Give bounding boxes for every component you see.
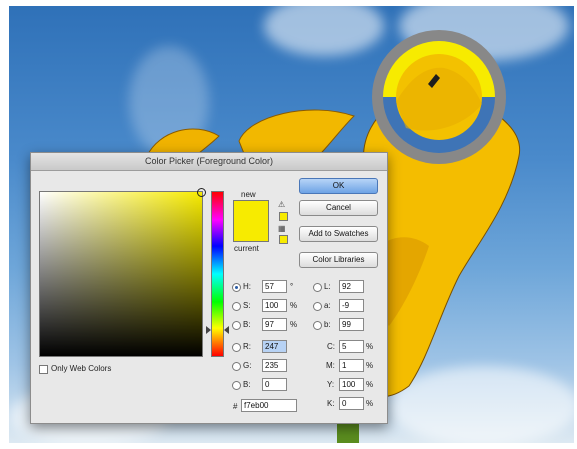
a-channel-radio[interactable] — [313, 302, 322, 311]
gamut-warning-swatch[interactable] — [279, 212, 288, 221]
cyan-input[interactable]: 5 — [339, 340, 364, 353]
sampling-ring — [372, 30, 506, 164]
saturation-unit: % — [290, 301, 298, 310]
color-libraries-button[interactable]: Color Libraries — [299, 252, 378, 268]
lightness-radio[interactable] — [313, 283, 322, 292]
red-input[interactable]: 247 — [262, 340, 287, 353]
lightness-label: L: — [324, 282, 331, 291]
saturation-radio[interactable] — [232, 302, 241, 311]
magenta-label: M: — [326, 361, 335, 370]
color-field-marker[interactable] — [197, 188, 206, 197]
lightness-input[interactable]: 92 — [339, 280, 364, 293]
green-label: G: — [243, 361, 252, 370]
hue-slider-right-arrow[interactable] — [224, 326, 229, 334]
new-current-swatch — [233, 200, 269, 242]
brightness-input[interactable]: 97 — [262, 318, 287, 331]
blue-label: B: — [243, 380, 251, 389]
yellow-unit: % — [366, 380, 374, 389]
dialog-title: Color Picker (Foreground Color) — [31, 153, 387, 171]
hex-input[interactable]: f7eb00 — [241, 399, 297, 412]
only-web-colors-checkbox[interactable] — [39, 365, 48, 374]
hue-slider[interactable] — [211, 191, 224, 357]
add-to-swatches-button[interactable]: Add to Swatches — [299, 226, 378, 242]
only-web-colors-label: Only Web Colors — [51, 364, 112, 373]
cyan-label: C: — [327, 342, 335, 351]
hue-label: H: — [243, 282, 251, 291]
a-channel-label: a: — [324, 301, 331, 310]
new-label: new — [241, 190, 256, 199]
black-label: K: — [327, 399, 335, 408]
saturation-label: S: — [243, 301, 251, 310]
red-radio[interactable] — [232, 343, 241, 352]
hue-input[interactable]: 57 — [262, 280, 287, 293]
a-channel-input[interactable]: -9 — [339, 299, 364, 312]
brightness-radio[interactable] — [232, 321, 241, 330]
gamut-warning-icon[interactable]: ⚠ — [278, 200, 285, 209]
blue-radio[interactable] — [232, 381, 241, 390]
magenta-unit: % — [366, 361, 374, 370]
magenta-input[interactable]: 1 — [339, 359, 364, 372]
b-channel-radio[interactable] — [313, 321, 322, 330]
cyan-unit: % — [366, 342, 374, 351]
blue-input[interactable]: 0 — [262, 378, 287, 391]
yellow-label: Y: — [327, 380, 335, 389]
hue-unit: ° — [290, 282, 294, 291]
b-channel-input[interactable]: 99 — [339, 318, 364, 331]
green-input[interactable]: 235 — [262, 359, 287, 372]
cancel-button[interactable]: Cancel — [299, 200, 378, 216]
yellow-input[interactable]: 100 — [339, 378, 364, 391]
ok-button[interactable]: OK — [299, 178, 378, 194]
color-field[interactable] — [39, 188, 206, 357]
hex-label: # — [233, 402, 238, 411]
saturation-input[interactable]: 100 — [262, 299, 287, 312]
b-channel-label: b: — [324, 320, 331, 329]
current-label: current — [234, 244, 259, 253]
red-label: R: — [243, 342, 251, 351]
black-unit: % — [366, 399, 374, 408]
brightness-unit: % — [290, 320, 298, 329]
web-safe-swatch[interactable] — [279, 235, 288, 244]
web-safe-cube-icon[interactable]: ▦ — [278, 224, 286, 233]
color-picker-dialog: Color Picker (Foreground Color) new curr… — [30, 152, 388, 424]
black-input[interactable]: 0 — [339, 397, 364, 410]
screenshot-canvas: Color Picker (Foreground Color) new curr… — [0, 0, 577, 449]
hue-radio[interactable] — [232, 283, 241, 292]
green-radio[interactable] — [232, 362, 241, 371]
brightness-label: B: — [243, 320, 251, 329]
hue-slider-left-arrow[interactable] — [206, 326, 211, 334]
